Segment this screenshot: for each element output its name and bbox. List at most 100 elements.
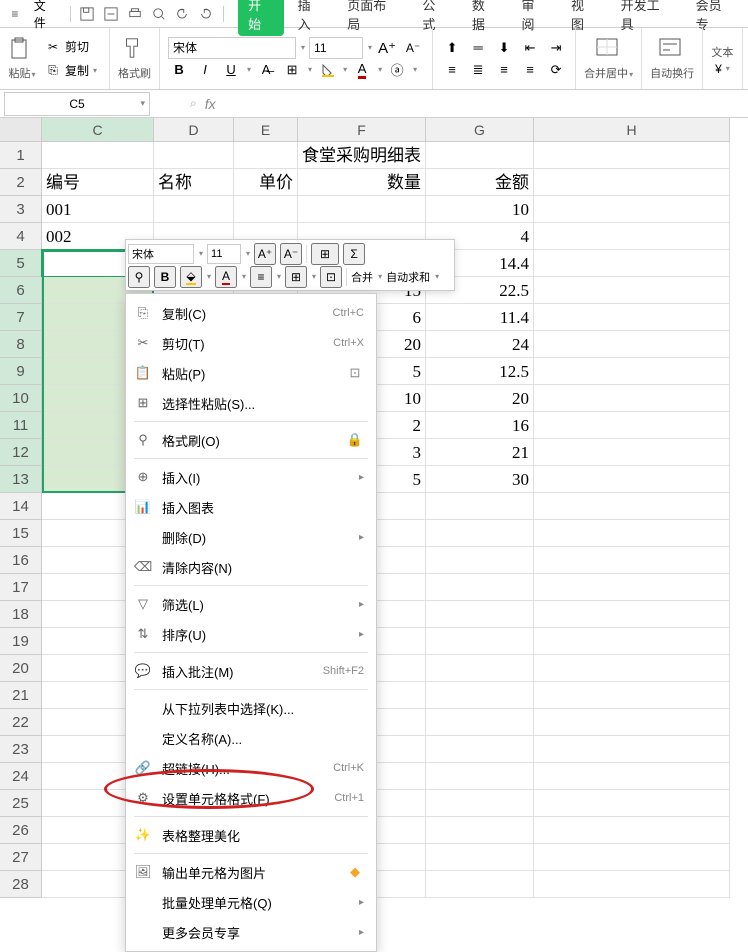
chevron-down-icon[interactable]: ▾	[368, 43, 372, 52]
row-header[interactable]: 4	[0, 223, 42, 250]
cell-G7[interactable]: 11.4	[426, 304, 534, 331]
cell-H11[interactable]	[534, 412, 730, 439]
save-icon[interactable]	[77, 3, 99, 25]
menu-hyperlink[interactable]: 🔗超链接(H)...Ctrl+K	[126, 753, 376, 783]
cell-G12[interactable]: 21	[426, 439, 534, 466]
cell-H25[interactable]	[534, 790, 730, 817]
cell-H19[interactable]	[534, 628, 730, 655]
cell-G14[interactable]	[426, 493, 534, 520]
paste-icon[interactable]	[8, 37, 36, 65]
saveas-icon[interactable]	[100, 3, 122, 25]
align-middle-button[interactable]: ═	[467, 37, 489, 59]
cell-H22[interactable]	[534, 709, 730, 736]
cell-G1[interactable]	[426, 142, 534, 169]
cell-G22[interactable]	[426, 709, 534, 736]
menu-format-cells[interactable]: ⚙设置单元格格式(F)...Ctrl+1	[126, 783, 376, 813]
currency-button[interactable]: ¥▾	[711, 60, 734, 78]
cell-H1[interactable]	[534, 142, 730, 169]
bold-button[interactable]: B	[168, 59, 190, 81]
menu-copy[interactable]: ⎘复制(C)Ctrl+C	[126, 298, 376, 328]
col-header-G[interactable]: G	[426, 118, 534, 142]
align-top-button[interactable]: ⬆	[441, 37, 463, 59]
cell-F2[interactable]: 数量	[298, 169, 426, 196]
cell-G28[interactable]	[426, 871, 534, 898]
cell-D1[interactable]	[154, 142, 234, 169]
font-name-select[interactable]	[168, 37, 296, 59]
row-header[interactable]: 10	[0, 385, 42, 412]
row-header[interactable]: 17	[0, 574, 42, 601]
font-size-select[interactable]	[309, 37, 363, 59]
menu-clear[interactable]: ⌫清除内容(N)	[126, 552, 376, 582]
menu-export-image[interactable]: 🖼输出单元格为图片◆	[126, 857, 376, 887]
cell-H16[interactable]	[534, 547, 730, 574]
mini-border[interactable]: ⊞	[285, 266, 307, 288]
cancel-formula-icon[interactable]: ⌕	[190, 96, 197, 111]
mini-merge-icon[interactable]: ⊞	[311, 243, 339, 265]
cell-H26[interactable]	[534, 817, 730, 844]
row-header[interactable]: 21	[0, 682, 42, 709]
menu-cut[interactable]: ✂剪切(T)Ctrl+X	[126, 328, 376, 358]
chevron-down-icon[interactable]: ▾	[140, 98, 145, 109]
row-header[interactable]: 25	[0, 790, 42, 817]
cell-H14[interactable]	[534, 493, 730, 520]
row-header[interactable]: 12	[0, 439, 42, 466]
cell-G25[interactable]	[426, 790, 534, 817]
copy-button[interactable]: ⎘复制▾	[40, 60, 101, 82]
mini-format-painter[interactable]: ⚲	[128, 266, 150, 288]
row-header[interactable]: 11	[0, 412, 42, 439]
cell-D3[interactable]	[154, 196, 234, 223]
row-header[interactable]: 18	[0, 601, 42, 628]
cell-E1[interactable]	[234, 142, 298, 169]
cell-H7[interactable]	[534, 304, 730, 331]
mini-bold[interactable]: B	[154, 266, 176, 288]
border-button[interactable]: ⊞	[281, 59, 303, 81]
chevron-down-icon[interactable]: ▾	[301, 43, 305, 52]
mini-merge-label[interactable]: 合并	[351, 266, 373, 288]
menu-file[interactable]: 文件	[28, 0, 64, 31]
row-header[interactable]: 20	[0, 655, 42, 682]
cell-C2[interactable]: 编号	[42, 169, 154, 196]
row-header[interactable]: 6	[0, 277, 42, 304]
mini-style[interactable]: ⊡	[320, 266, 342, 288]
cell-H5[interactable]	[534, 250, 730, 277]
menu-more-member[interactable]: 更多会员专享▸	[126, 917, 376, 947]
cut-button[interactable]: ✂剪切	[40, 36, 101, 58]
phonetic-button[interactable]: ⓐ	[386, 59, 408, 81]
mini-font-name[interactable]	[128, 244, 194, 264]
format-painter-icon[interactable]	[121, 37, 149, 65]
col-header-E[interactable]: E	[234, 118, 298, 142]
align-justify-button[interactable]: ≡	[519, 59, 541, 81]
row-header[interactable]: 27	[0, 844, 42, 871]
menu-sort[interactable]: ⇅排序(U)▸	[126, 619, 376, 649]
col-header-H[interactable]: H	[534, 118, 730, 142]
cell-G23[interactable]	[426, 736, 534, 763]
row-header[interactable]: 1	[0, 142, 42, 169]
cell-F3[interactable]	[298, 196, 426, 223]
print-icon[interactable]	[124, 3, 146, 25]
cell-F1[interactable]: 食堂采购明细表	[298, 142, 426, 169]
align-right-button[interactable]: ≡	[493, 59, 515, 81]
cell-E2[interactable]: 单价	[234, 169, 298, 196]
menu-format-painter[interactable]: ⚲格式刷(O)🔒	[126, 425, 376, 455]
row-header[interactable]: 16	[0, 547, 42, 574]
mini-align[interactable]: ≡	[250, 266, 272, 288]
cell-D2[interactable]: 名称	[154, 169, 234, 196]
align-left-button[interactable]: ≡	[441, 59, 463, 81]
menu-insert[interactable]: ⊕插入(I)▸	[126, 462, 376, 492]
cell-G19[interactable]	[426, 628, 534, 655]
cell-G21[interactable]	[426, 682, 534, 709]
redo-icon[interactable]	[195, 3, 217, 25]
row-header[interactable]: 14	[0, 493, 42, 520]
cell-E3[interactable]	[234, 196, 298, 223]
row-header[interactable]: 24	[0, 763, 42, 790]
cell-G10[interactable]: 20	[426, 385, 534, 412]
menu-table-beautify[interactable]: ✨表格整理美化	[126, 820, 376, 850]
menu-dropdown-select[interactable]: 从下拉列表中选择(K)...	[126, 693, 376, 723]
menu-batch-process[interactable]: 批量处理单元格(Q)▸	[126, 887, 376, 917]
mini-autosum-icon[interactable]: Σ	[343, 243, 365, 265]
cell-G9[interactable]: 12.5	[426, 358, 534, 385]
orientation-button[interactable]: ⟳	[545, 59, 567, 81]
formula-input[interactable]	[224, 97, 624, 111]
align-center-button[interactable]: ≣	[467, 59, 489, 81]
align-bottom-button[interactable]: ⬇	[493, 37, 515, 59]
